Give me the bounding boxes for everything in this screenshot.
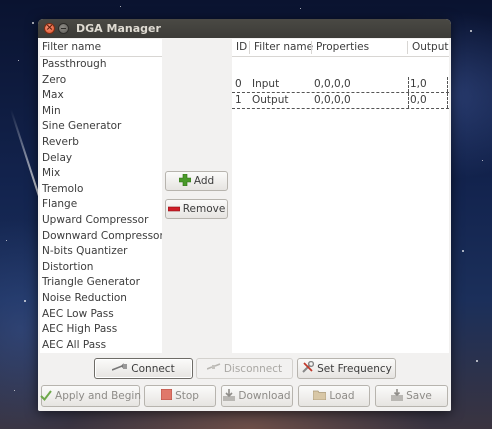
download-icon — [223, 388, 236, 404]
graph-table-header: ID Filter name Properties Output — [232, 39, 449, 57]
filter-list-item[interactable]: Downward Compressor — [40, 229, 162, 245]
set-frequency-button-label: Set Frequency — [317, 362, 392, 375]
plus-icon — [178, 173, 192, 189]
save-button[interactable]: Save — [375, 385, 448, 407]
load-button-label: Load — [329, 390, 355, 402]
apply-and-begin-button-label: Apply and Begin — [55, 390, 141, 402]
column-header-filter-name[interactable]: Filter name — [254, 39, 313, 56]
row-id: 0 — [235, 78, 242, 90]
folder-icon — [312, 389, 327, 403]
plug-icon — [111, 362, 128, 375]
graph-table[interactable]: ID Filter name Properties Output 0 Input… — [232, 39, 449, 353]
table-row[interactable]: 0 Input 0,0,0,0 1,0 — [232, 77, 449, 93]
row-properties: 0,0,0,0 — [314, 94, 351, 106]
filter-list-item[interactable]: Max — [40, 88, 162, 104]
disconnect-button[interactable]: Disconnect — [196, 358, 293, 379]
filter-list-item[interactable]: Mix — [40, 166, 162, 182]
filter-list-item[interactable]: Min — [40, 104, 162, 120]
set-frequency-button[interactable]: Set Frequency — [297, 358, 396, 379]
unplug-icon — [206, 362, 221, 375]
dga-manager-window: × DGA Manager Filter name Passthrough Ze… — [38, 19, 451, 411]
row-id: 1 — [235, 94, 242, 106]
filter-list-item[interactable]: Reverb — [40, 135, 162, 151]
load-button[interactable]: Load — [298, 385, 370, 407]
window-minimize-button[interactable] — [58, 23, 69, 34]
filter-list-item[interactable]: AEC All Pass — [40, 338, 162, 353]
table-row[interactable]: 1 Output 0,0,0,0 0,0 — [232, 93, 449, 109]
row-filter-name: Input — [252, 78, 280, 90]
remove-button-label: Remove — [182, 203, 226, 215]
close-icon: × — [45, 23, 54, 33]
remove-button[interactable]: Remove — [165, 199, 228, 219]
title-bar: × DGA Manager — [38, 19, 451, 38]
column-header-properties[interactable]: Properties — [316, 39, 369, 56]
check-icon — [40, 389, 52, 404]
minus-icon — [167, 203, 180, 215]
filter-list-item[interactable]: Sine Generator — [40, 119, 162, 135]
filter-list-item[interactable]: AEC High Pass — [40, 322, 162, 338]
add-remove-panel: Add Remove — [162, 39, 232, 353]
column-header-output[interactable]: Output — [412, 39, 448, 56]
minimize-icon — [61, 28, 66, 29]
row-properties: 0,0,0,0 — [314, 78, 351, 90]
window-close-button[interactable]: × — [44, 23, 55, 34]
filter-list-item[interactable]: Tremolo — [40, 182, 162, 198]
filter-list[interactable]: Filter name Passthrough Zero Max Min Sin… — [40, 39, 162, 353]
add-button[interactable]: Add — [165, 171, 228, 191]
action-bar: Connect Disconnect Set Frequency Apply a… — [38, 353, 451, 411]
filter-list-header[interactable]: Filter name — [40, 39, 162, 57]
stop-button-label: Stop — [175, 390, 199, 402]
filter-list-item[interactable]: Upward Compressor — [40, 213, 162, 229]
filter-list-item[interactable]: Distortion — [40, 260, 162, 276]
filter-list-item[interactable]: Noise Reduction — [40, 291, 162, 307]
window-title: DGA Manager — [76, 22, 161, 35]
download-button[interactable]: Download — [221, 385, 293, 407]
tools-icon — [301, 360, 315, 377]
filter-list-item[interactable]: Triangle Generator — [40, 275, 162, 291]
download-button-label: Download — [238, 390, 291, 402]
row-output: 0,0 — [410, 94, 427, 106]
filter-list-item[interactable]: Passthrough — [40, 57, 162, 73]
stop-button[interactable]: Stop — [144, 385, 216, 407]
save-icon — [391, 388, 404, 404]
row-output: 1,0 — [410, 78, 427, 90]
stop-icon — [160, 388, 173, 403]
save-button-label: Save — [406, 390, 432, 402]
connect-button[interactable]: Connect — [94, 358, 193, 379]
column-header-id[interactable]: ID — [236, 39, 247, 56]
disconnect-button-label: Disconnect — [223, 362, 283, 375]
add-button-label: Add — [193, 175, 215, 187]
filter-list-item[interactable]: AEC Low Pass — [40, 307, 162, 323]
connect-button-label: Connect — [131, 362, 175, 375]
row-filter-name: Output — [252, 94, 289, 106]
filter-list-item[interactable]: Flange — [40, 197, 162, 213]
apply-and-begin-button[interactable]: Apply and Begin — [40, 385, 141, 407]
filter-list-item[interactable]: Zero — [40, 73, 162, 89]
filter-list-item[interactable]: Delay — [40, 151, 162, 167]
filter-list-item[interactable]: N-bits Quantizer — [40, 244, 162, 260]
